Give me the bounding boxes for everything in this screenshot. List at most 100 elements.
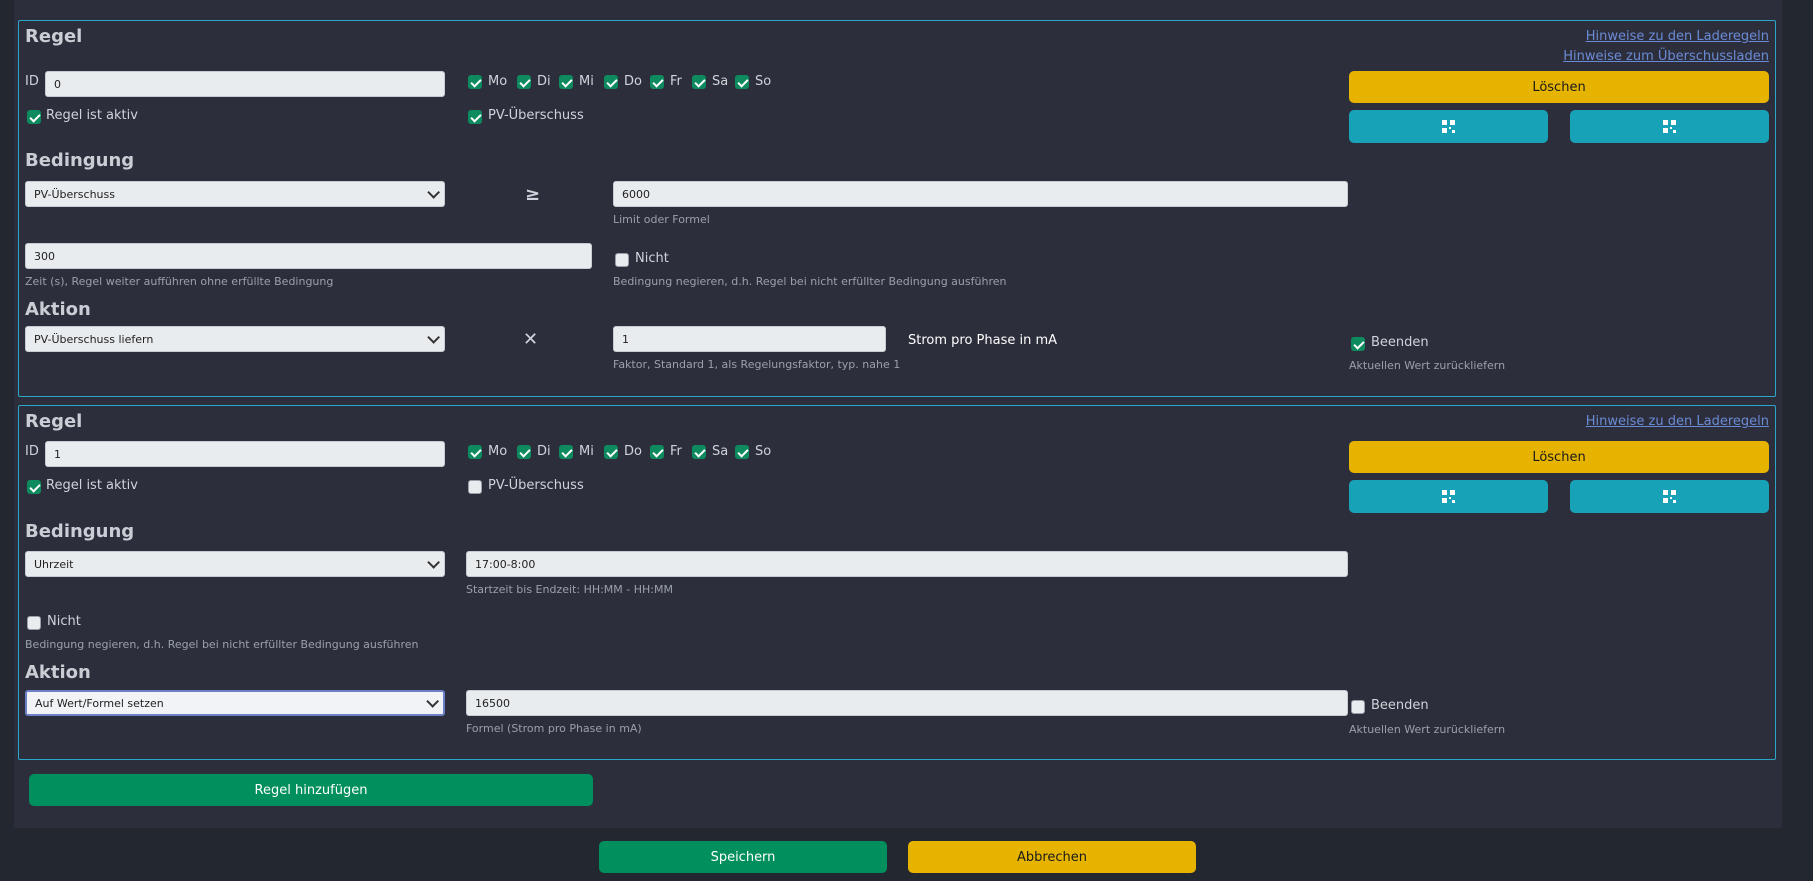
day-checkbox-mo[interactable]: [468, 75, 482, 89]
day-label-mi: Mi: [579, 444, 594, 459]
end-checkbox[interactable]: [1351, 700, 1365, 714]
weekday-group: Mo Di Mi Do Fr Sa So: [468, 444, 798, 462]
not-label: Nicht: [635, 251, 669, 266]
add-rule-button[interactable]: Regel hinzufügen: [29, 774, 593, 806]
move-down-icon: [1663, 490, 1676, 503]
day-label-fr: Fr: [670, 444, 682, 459]
rule-heading: Regel: [25, 411, 83, 432]
day-label-mi: Mi: [579, 74, 594, 89]
chevron-down-icon: [427, 555, 440, 569]
day-label-so: So: [755, 74, 772, 89]
action-select-value: PV-Überschuss liefern: [34, 332, 154, 346]
day-checkbox-di[interactable]: [517, 445, 531, 459]
day-label-sa: Sa: [712, 444, 729, 459]
id-label: ID: [25, 444, 39, 459]
pv-checkbox[interactable]: [468, 110, 482, 124]
day-label-mo: Mo: [488, 74, 508, 89]
day-checkbox-di[interactable]: [517, 75, 531, 89]
move-up-icon: [1442, 490, 1455, 503]
day-label-mo: Mo: [488, 444, 508, 459]
not-label: Nicht: [47, 614, 81, 629]
chevron-down-icon: [427, 330, 440, 344]
day-checkbox-so[interactable]: [735, 75, 749, 89]
pv-label: PV-Überschuss: [488, 478, 584, 493]
not-checkbox[interactable]: [27, 616, 41, 630]
move-up-icon: [1442, 120, 1455, 133]
pv-checkbox[interactable]: [468, 480, 482, 494]
time-hint: Zeit (s), Regel weiter aufführen ohne er…: [25, 275, 334, 288]
condition-select-value: PV-Überschuss: [34, 187, 115, 201]
id-input[interactable]: 0: [45, 71, 445, 97]
active-label: Regel ist aktiv: [46, 478, 138, 493]
rule-card-1: Regel Hinweise zu den Laderegeln ID 1 Mo…: [18, 405, 1776, 760]
day-checkbox-so[interactable]: [735, 445, 749, 459]
move-down-button[interactable]: [1570, 480, 1769, 513]
not-hint: Bedingung negieren, d.h. Regel bei nicht…: [25, 638, 419, 651]
limit-input[interactable]: 6000: [613, 181, 1348, 207]
formula-input[interactable]: 16500: [466, 690, 1348, 716]
link-laderegeln[interactable]: Hinweise zu den Laderegeln: [1586, 29, 1769, 44]
rule-card-0: Regel Hinweise zu den Laderegeln Hinweis…: [18, 20, 1776, 397]
day-label-do: Do: [624, 74, 642, 89]
id-label: ID: [25, 74, 39, 89]
day-checkbox-mi[interactable]: [559, 445, 573, 459]
day-checkbox-mo[interactable]: [468, 445, 482, 459]
delete-button[interactable]: Löschen: [1349, 441, 1769, 473]
pv-label: PV-Überschuss: [488, 108, 584, 123]
end-hint: Aktuellen Wert zurückliefern: [1349, 359, 1506, 372]
end-checkbox[interactable]: [1351, 337, 1365, 351]
end-hint: Aktuellen Wert zurückliefern: [1349, 723, 1506, 736]
active-checkbox[interactable]: [27, 480, 41, 494]
condition-heading: Bedingung: [25, 150, 135, 171]
limit-hint: Limit oder Formel: [613, 213, 710, 226]
day-checkbox-sa[interactable]: [692, 445, 706, 459]
day-checkbox-fr[interactable]: [650, 445, 664, 459]
rule-heading: Regel: [25, 26, 83, 47]
factor-input[interactable]: 1: [613, 326, 886, 352]
save-button[interactable]: Speichern: [599, 841, 887, 873]
action-select[interactable]: Auf Wert/Formel setzen: [25, 690, 445, 716]
unit-text: Strom pro Phase in mA: [908, 333, 1058, 348]
delete-button[interactable]: Löschen: [1349, 71, 1769, 103]
day-label-fr: Fr: [670, 74, 682, 89]
cancel-button[interactable]: Abbrechen: [908, 841, 1196, 873]
day-checkbox-do[interactable]: [604, 445, 618, 459]
weekday-group: Mo Di Mi Do Fr Sa So: [468, 74, 798, 92]
formula-hint: Formel (Strom pro Phase in mA): [466, 722, 642, 735]
day-checkbox-mi[interactable]: [559, 75, 573, 89]
day-label-sa: Sa: [712, 74, 729, 89]
condition-select-value: Uhrzeit: [34, 557, 74, 571]
not-hint: Bedingung negieren, d.h. Regel bei nicht…: [613, 275, 1007, 288]
day-checkbox-do[interactable]: [604, 75, 618, 89]
factor-hint: Faktor, Standard 1, als Regelungsfaktor,…: [613, 358, 901, 371]
time-range-input[interactable]: 17:00-8:00: [466, 551, 1348, 577]
end-label: Beenden: [1371, 335, 1429, 350]
day-label-do: Do: [624, 444, 642, 459]
condition-select[interactable]: PV-Überschuss: [25, 181, 445, 207]
day-label-so: So: [755, 444, 772, 459]
day-checkbox-sa[interactable]: [692, 75, 706, 89]
day-label-di: Di: [537, 74, 551, 89]
move-down-button[interactable]: [1570, 110, 1769, 143]
link-laderegeln[interactable]: Hinweise zu den Laderegeln: [1586, 414, 1769, 429]
time-range-hint: Startzeit bis Endzeit: HH:MM - HH:MM: [466, 583, 673, 596]
move-up-button[interactable]: [1349, 110, 1548, 143]
chevron-down-icon: [427, 185, 440, 199]
time-input[interactable]: 300: [25, 243, 592, 269]
action-select-value: Auf Wert/Formel setzen: [35, 696, 164, 710]
condition-heading: Bedingung: [25, 521, 135, 542]
chevron-down-icon: [426, 694, 439, 708]
move-up-button[interactable]: [1349, 480, 1548, 513]
active-label: Regel ist aktiv: [46, 108, 138, 123]
condition-select[interactable]: Uhrzeit: [25, 551, 445, 577]
move-down-icon: [1663, 120, 1676, 133]
link-ueberschussladen[interactable]: Hinweise zum Überschussladen: [1563, 49, 1769, 64]
not-checkbox[interactable]: [615, 253, 629, 267]
active-checkbox[interactable]: [27, 110, 41, 124]
action-heading: Aktion: [25, 662, 91, 683]
end-label: Beenden: [1371, 698, 1429, 713]
action-select[interactable]: PV-Überschuss liefern: [25, 326, 445, 352]
id-input[interactable]: 1: [45, 441, 445, 467]
day-checkbox-fr[interactable]: [650, 75, 664, 89]
day-label-di: Di: [537, 444, 551, 459]
